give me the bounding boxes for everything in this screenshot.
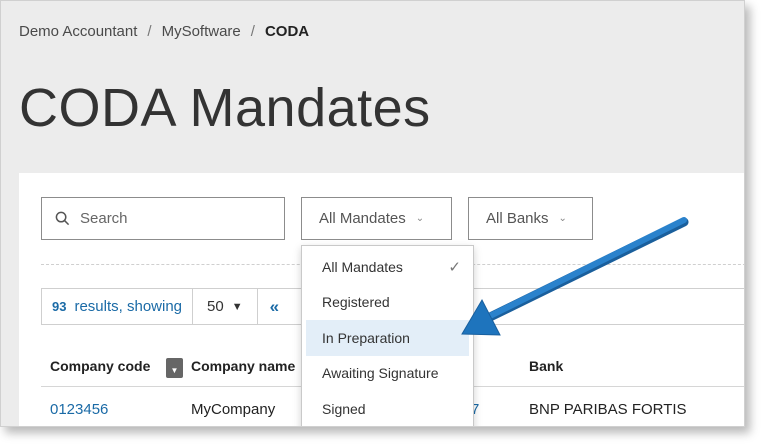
search-input[interactable]: Search [41, 197, 285, 240]
breadcrumb-item-accountant[interactable]: Demo Accountant [19, 23, 137, 40]
breadcrumb-separator: / [147, 23, 152, 40]
column-header-bank[interactable]: Bank [529, 358, 563, 374]
menu-item-label: Awaiting Signature [322, 365, 439, 382]
banks-filter-label: All Banks [486, 210, 549, 227]
app-window: Demo Accountant / MySoftware / CODA CODA… [0, 0, 745, 427]
sort-icon[interactable]: ▼ [166, 358, 183, 378]
column-header-company-name[interactable]: Company name [191, 358, 295, 374]
column-header-company-code[interactable]: Company code [50, 358, 150, 374]
menu-item-all-mandates[interactable]: All Mandates ✓ [302, 249, 473, 285]
banks-filter-dropdown[interactable]: All Banks ⌄ [468, 197, 593, 240]
chevron-down-icon: ⌄ [415, 213, 425, 224]
breadcrumb-item-software[interactable]: MySoftware [162, 23, 241, 40]
mandates-filter-dropdown[interactable]: All Mandates ⌄ [301, 197, 452, 240]
menu-item-signed[interactable]: Signed [302, 391, 473, 426]
search-placeholder: Search [80, 210, 128, 227]
results-count: 93 [52, 299, 67, 314]
breadcrumb: Demo Accountant / MySoftware / CODA [19, 23, 309, 40]
page-title: CODA Mandates [19, 78, 431, 138]
results-text: results, showing [74, 298, 183, 315]
table-cell-company-code[interactable]: 0123456 [50, 401, 108, 418]
breadcrumb-current: CODA [264, 23, 310, 40]
chevron-down-icon: ▼ [231, 300, 243, 313]
first-page-button[interactable]: « [270, 297, 279, 317]
per-page-value: 50 [207, 298, 224, 315]
chevron-down-icon: ⌄ [558, 213, 567, 224]
table-cell-company-name: MyCompany [191, 401, 276, 418]
menu-item-in-preparation[interactable]: In Preparation [306, 320, 469, 356]
menu-item-label: Registered [322, 294, 390, 311]
menu-item-label: Signed [322, 400, 366, 417]
per-page-select[interactable]: 50 ▼ [192, 289, 258, 324]
menu-item-awaiting-signature[interactable]: Awaiting Signature [302, 356, 473, 392]
table-cell-bank: BNP PARIBAS FORTIS [529, 401, 687, 418]
mandates-dropdown-menu: All Mandates ✓ Registered In Preparation… [301, 245, 474, 426]
menu-item-label: All Mandates [322, 258, 403, 275]
menu-item-label: In Preparation [322, 329, 410, 346]
breadcrumb-separator: / [250, 23, 255, 40]
check-icon: ✓ [448, 258, 461, 276]
mandates-filter-label: All Mandates [319, 210, 406, 227]
menu-item-registered[interactable]: Registered [302, 285, 473, 321]
search-icon [55, 211, 70, 226]
